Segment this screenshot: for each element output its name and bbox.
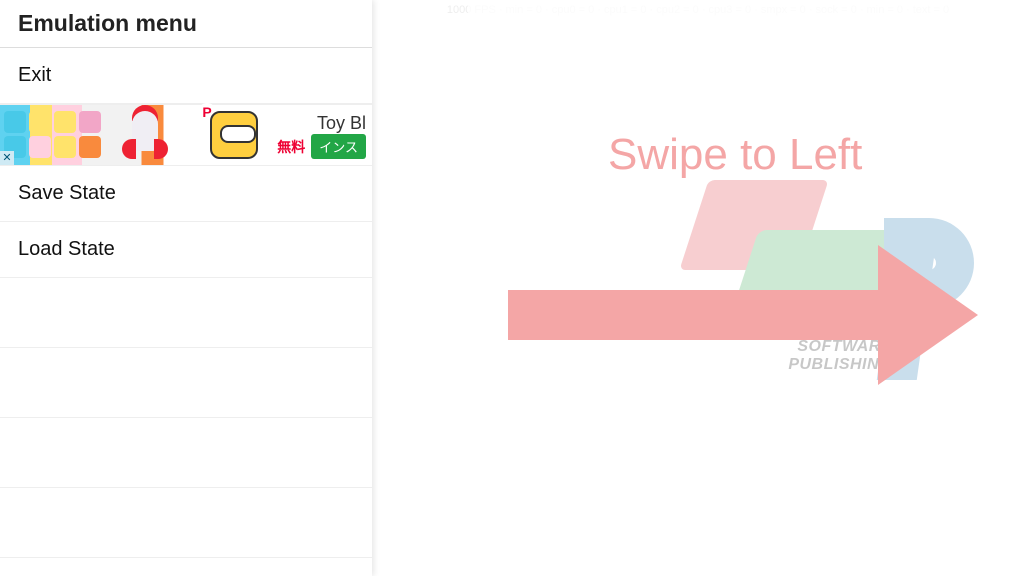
l-shoulder-button[interactable]: L bbox=[382, 122, 572, 166]
emulation-menu-sidebar: Emulation menu Exit P Toy Bl 無料 インス ✕ Sa… bbox=[0, 0, 372, 576]
dpad-right-icon bbox=[518, 404, 530, 420]
menu-item-load-state[interactable]: Load State bbox=[0, 222, 372, 278]
menu-title: Emulation menu bbox=[0, 0, 372, 48]
dpad-up-icon bbox=[446, 332, 462, 344]
ad-cta-row: 無料 インス bbox=[277, 134, 366, 159]
ad-install-button[interactable]: インス bbox=[311, 134, 366, 159]
ad-free-label: 無料 bbox=[277, 137, 305, 157]
ad-title: Toy Bl bbox=[317, 113, 366, 134]
emulator-frame: 1000 FPS · min = 0 · cpu0 = 0 · cpu1 = 0… bbox=[372, 0, 1024, 576]
app-root: 1000 FPS · min = 0 · cpu0 = 0 · cpu1 = 0… bbox=[0, 0, 1024, 576]
ad-close-icon[interactable]: ✕ bbox=[0, 151, 14, 165]
logo-p-bowl bbox=[884, 218, 974, 308]
dpad-center-icon bbox=[432, 406, 472, 416]
menu-item-exit[interactable]: Exit bbox=[0, 48, 372, 104]
ad-banner[interactable]: P Toy Bl 無料 インス ✕ bbox=[0, 104, 372, 166]
dpad-left-icon bbox=[374, 404, 386, 420]
menu-item-empty bbox=[0, 348, 372, 418]
l-label: L bbox=[467, 127, 487, 161]
esp-logo: ERTAINMENT SOFTWARE PUBLISHING bbox=[684, 180, 984, 380]
dpad-down-icon bbox=[446, 476, 462, 488]
logo-line2: SOFTWARE bbox=[784, 338, 892, 356]
menu-item-empty bbox=[0, 278, 372, 348]
logo-line3: PUBLISHING bbox=[784, 356, 892, 374]
menu-item-empty bbox=[0, 488, 372, 558]
menu-item-save-state[interactable]: Save State bbox=[0, 166, 372, 222]
logo-text: ERTAINMENT SOFTWARE PUBLISHING bbox=[784, 320, 892, 374]
menu-item-empty bbox=[0, 418, 372, 488]
ad-art-rocket-icon bbox=[120, 105, 170, 167]
ad-art-character-icon bbox=[210, 111, 258, 159]
start-button[interactable]: START bbox=[572, 523, 641, 546]
debug-stats: 1000 FPS · min = 0 · cpu0 = 0 · cpu1 = 0… bbox=[372, 4, 1024, 16]
ad-art-blocks bbox=[4, 111, 101, 158]
logo-line1: ERTAINMENT bbox=[784, 320, 892, 338]
